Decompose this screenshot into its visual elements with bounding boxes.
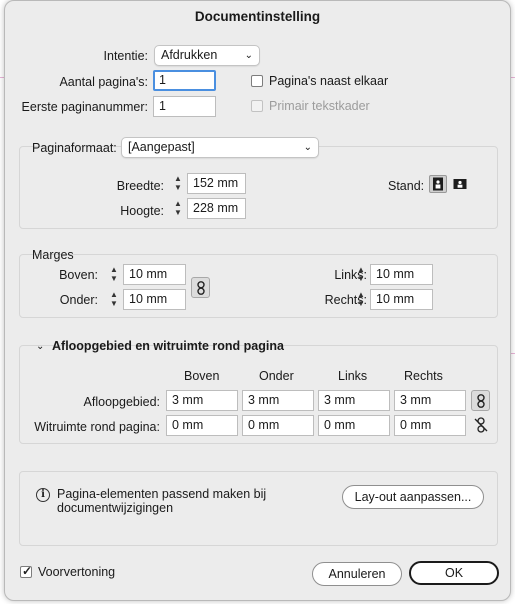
margin-right-stepper[interactable]: ▲ ▼ 10 mm bbox=[353, 289, 433, 310]
adjust-layout-button[interactable]: Lay-out aanpassen... bbox=[342, 485, 484, 509]
cancel-button[interactable]: Annuleren bbox=[312, 562, 402, 586]
slug-unlink-button[interactable] bbox=[474, 417, 488, 433]
info-icon: i bbox=[36, 488, 50, 502]
stepper-arrows-icon[interactable]: ▲ ▼ bbox=[353, 289, 369, 310]
preview-checkbox[interactable] bbox=[20, 564, 32, 578]
slug-right-field[interactable]: 0 mm bbox=[394, 415, 466, 436]
stepper-arrows-icon[interactable]: ▲ ▼ bbox=[170, 173, 186, 194]
document-setup-dialog: Documentinstelling Intentie: Afdrukken ⌄… bbox=[4, 0, 511, 601]
bleed-label: Afloopgebied: bbox=[83, 395, 160, 409]
dialog-title: Documentinstelling bbox=[194, 9, 321, 24]
slug-bottom-field[interactable]: 0 mm bbox=[242, 415, 314, 436]
page-size-value: [Aangepast] bbox=[128, 140, 195, 154]
margin-top-label: Boven: bbox=[59, 268, 98, 282]
margin-bottom-label: Onder: bbox=[59, 293, 98, 307]
portrait-icon bbox=[433, 177, 443, 191]
bleed-col-top: Boven bbox=[184, 369, 220, 383]
chevron-down-icon: ⌄ bbox=[303, 142, 312, 153]
margin-left-value[interactable]: 10 mm bbox=[370, 264, 433, 285]
bleed-top-field[interactable]: 3 mm bbox=[166, 390, 238, 411]
chevron-down-icon: ⌄ bbox=[36, 341, 45, 352]
pages-field[interactable]: 1 bbox=[153, 70, 216, 91]
margin-top-value[interactable]: 10 mm bbox=[123, 264, 186, 285]
chain-link-icon bbox=[196, 281, 205, 295]
margin-bottom-stepper[interactable]: ▲ ▼ 10 mm bbox=[106, 289, 186, 310]
landscape-orientation-button[interactable] bbox=[451, 175, 469, 193]
page-size-label: Paginaformaat: bbox=[32, 141, 117, 155]
margin-right-value[interactable]: 10 mm bbox=[370, 289, 433, 310]
width-label: Breedte: bbox=[116, 179, 164, 193]
bleed-collapse-toggle[interactable]: ⌄ bbox=[36, 338, 44, 352]
slug-left-field[interactable]: 0 mm bbox=[318, 415, 390, 436]
height-stepper[interactable]: ▲ ▼ 228 mm bbox=[170, 198, 246, 219]
height-label: Hoogte: bbox=[120, 204, 164, 218]
margins-title: Marges bbox=[32, 248, 74, 262]
bleed-link-button[interactable] bbox=[471, 390, 490, 411]
broken-link-icon bbox=[474, 417, 488, 433]
facing-pages-label: Pagina's naast elkaar bbox=[269, 74, 389, 88]
orientation-label: Stand: bbox=[388, 179, 425, 193]
info-text-line2: documentwijzigingen bbox=[57, 501, 174, 515]
start-page-label: Eerste paginanummer: bbox=[21, 100, 148, 114]
height-value[interactable]: 228 mm bbox=[187, 198, 246, 219]
intent-value: Afdrukken bbox=[161, 48, 218, 62]
bleed-right-field[interactable]: 3 mm bbox=[394, 390, 466, 411]
ok-button[interactable]: OK bbox=[409, 561, 499, 585]
bleed-title: Afloopgebied en witruimte rond pagina bbox=[52, 339, 284, 353]
margins-link-button[interactable] bbox=[191, 277, 210, 298]
primary-text-frame-checkbox[interactable] bbox=[251, 100, 263, 112]
margin-left-stepper[interactable]: ▲ ▼ 10 mm bbox=[353, 264, 433, 285]
page-size-select[interactable]: [Aangepast] ⌄ bbox=[121, 137, 319, 158]
landscape-icon bbox=[453, 179, 467, 189]
stepper-arrows-icon[interactable]: ▲ ▼ bbox=[170, 198, 186, 219]
stepper-arrows-icon[interactable]: ▲ ▼ bbox=[106, 264, 122, 285]
page-size-group bbox=[19, 146, 498, 229]
stepper-arrows-icon[interactable]: ▲ ▼ bbox=[353, 264, 369, 285]
stepper-arrows-icon[interactable]: ▲ ▼ bbox=[106, 289, 122, 310]
slug-top-field[interactable]: 0 mm bbox=[166, 415, 238, 436]
chevron-down-icon: ⌄ bbox=[244, 50, 253, 61]
preview-label: Voorvertoning bbox=[38, 565, 116, 579]
intent-select[interactable]: Afdrukken ⌄ bbox=[154, 45, 260, 66]
margin-bottom-value[interactable]: 10 mm bbox=[123, 289, 186, 310]
margin-top-stepper[interactable]: ▲ ▼ 10 mm bbox=[106, 264, 186, 285]
facing-pages-checkbox[interactable] bbox=[251, 75, 263, 87]
width-stepper[interactable]: ▲ ▼ 152 mm bbox=[170, 173, 246, 194]
info-text-line1: Pagina-elementen passend maken bij bbox=[57, 487, 267, 501]
width-value[interactable]: 152 mm bbox=[187, 173, 246, 194]
slug-label: Witruimte rond pagina: bbox=[34, 420, 160, 434]
bleed-col-bottom: Onder bbox=[259, 369, 294, 383]
bleed-col-left: Links bbox=[338, 369, 368, 383]
start-page-field[interactable]: 1 bbox=[153, 96, 216, 117]
primary-text-frame-label: Primair tekstkader bbox=[269, 99, 370, 113]
portrait-orientation-button[interactable] bbox=[429, 175, 447, 193]
chain-link-icon bbox=[476, 394, 485, 408]
bleed-col-right: Rechts bbox=[404, 369, 443, 383]
bleed-left-field[interactable]: 3 mm bbox=[318, 390, 390, 411]
intent-label: Intentie: bbox=[103, 49, 148, 63]
bleed-bottom-field[interactable]: 3 mm bbox=[242, 390, 314, 411]
pages-label: Aantal pagina's: bbox=[59, 75, 148, 89]
